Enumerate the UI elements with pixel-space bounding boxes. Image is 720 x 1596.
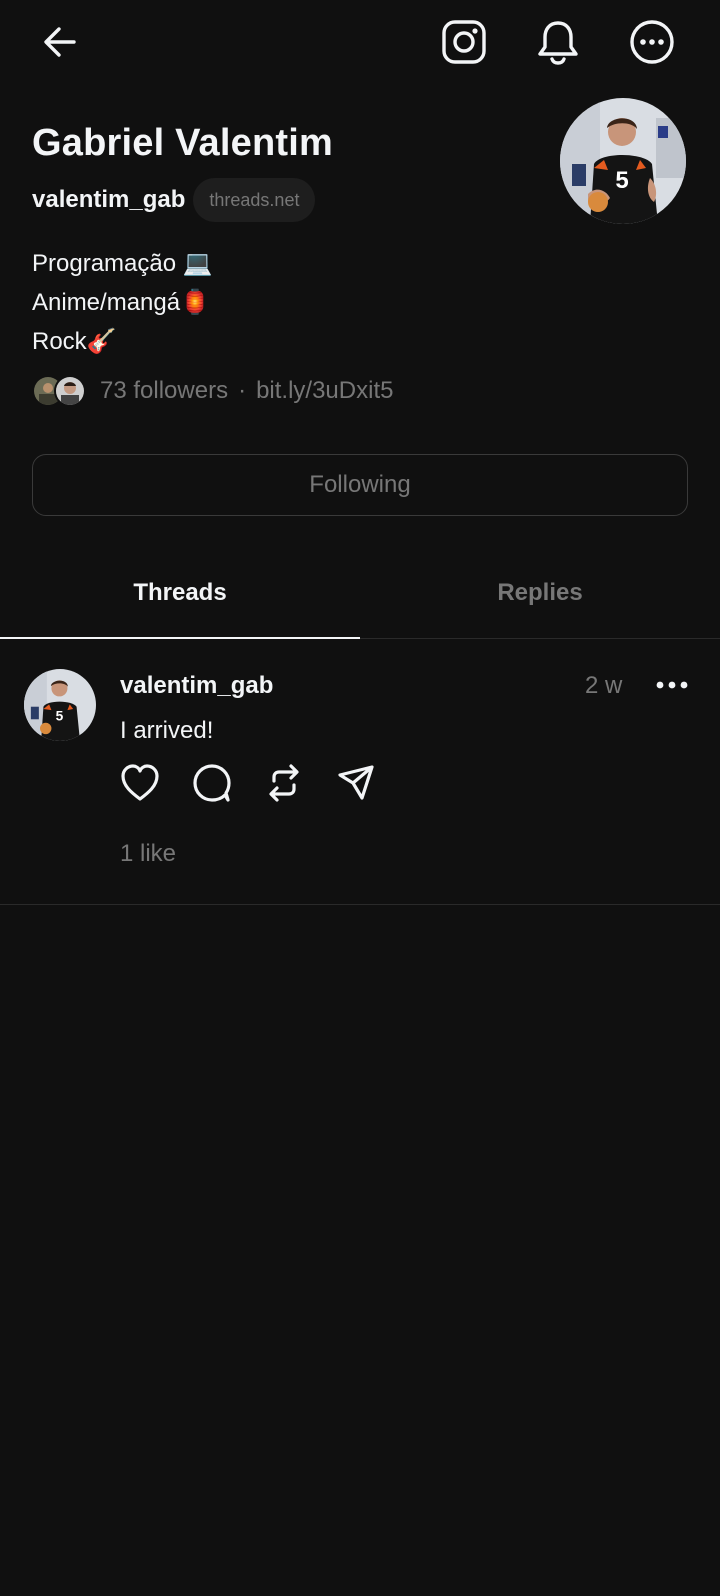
bell-icon[interactable] — [530, 14, 586, 70]
post-actions — [118, 761, 406, 805]
top-bar — [0, 0, 720, 90]
heart-icon[interactable] — [118, 761, 162, 805]
post-more-icon[interactable] — [650, 663, 694, 707]
follower-avatars[interactable] — [32, 375, 90, 407]
profile-tabs: Threads Replies — [0, 548, 720, 639]
post-timestamp: 2 w — [585, 672, 623, 699]
post-avatar[interactable]: 5 — [24, 669, 96, 741]
post-text: I arrived! — [120, 717, 214, 744]
share-icon[interactable] — [334, 761, 378, 805]
separator-dot: · — [238, 377, 247, 404]
follower-avatar — [54, 375, 86, 407]
bio-line: Programação 💻 — [32, 250, 213, 277]
profile-link[interactable]: bit.ly/3uDxit5 — [256, 377, 393, 405]
tab-replies[interactable]: Replies — [360, 548, 720, 638]
post-username[interactable]: valentim_gab — [120, 672, 273, 700]
profile-avatar[interactable]: 5 — [560, 98, 686, 224]
instagram-icon[interactable] — [436, 14, 492, 70]
profile-handle: valentim_gab — [32, 186, 186, 213]
repost-icon[interactable] — [262, 761, 306, 805]
profile-screen: Gabriel Valentim valentim_gab threads.ne… — [0, 0, 720, 1596]
bio-line: Anime/mangá🏮 — [32, 289, 210, 316]
tab-threads[interactable]: Threads — [0, 548, 360, 638]
svg-text:5: 5 — [56, 708, 64, 723]
profile-bio: Programação 💻 Anime/mangá🏮 Rock🎸 — [32, 244, 213, 361]
handle-row: valentim_gab threads.net — [32, 178, 316, 222]
thread-post[interactable]: 5 valentim_gab 2 w I arrived! 1 like — [0, 639, 720, 905]
following-button[interactable]: Following — [32, 454, 688, 516]
profile-name: Gabriel Valentim — [32, 122, 333, 164]
bio-line: Rock🎸 — [32, 328, 117, 355]
more-circle-icon[interactable] — [624, 14, 680, 70]
domain-chip[interactable]: threads.net — [193, 178, 316, 222]
back-arrow-icon[interactable] — [32, 14, 88, 70]
likes-count[interactable]: 1 like — [120, 840, 176, 868]
followers-row: 73 followers · bit.ly/3uDxit5 — [32, 374, 393, 408]
svg-text:5: 5 — [615, 167, 628, 194]
followers-count[interactable]: 73 followers — [100, 377, 228, 405]
comment-icon[interactable] — [190, 761, 234, 805]
